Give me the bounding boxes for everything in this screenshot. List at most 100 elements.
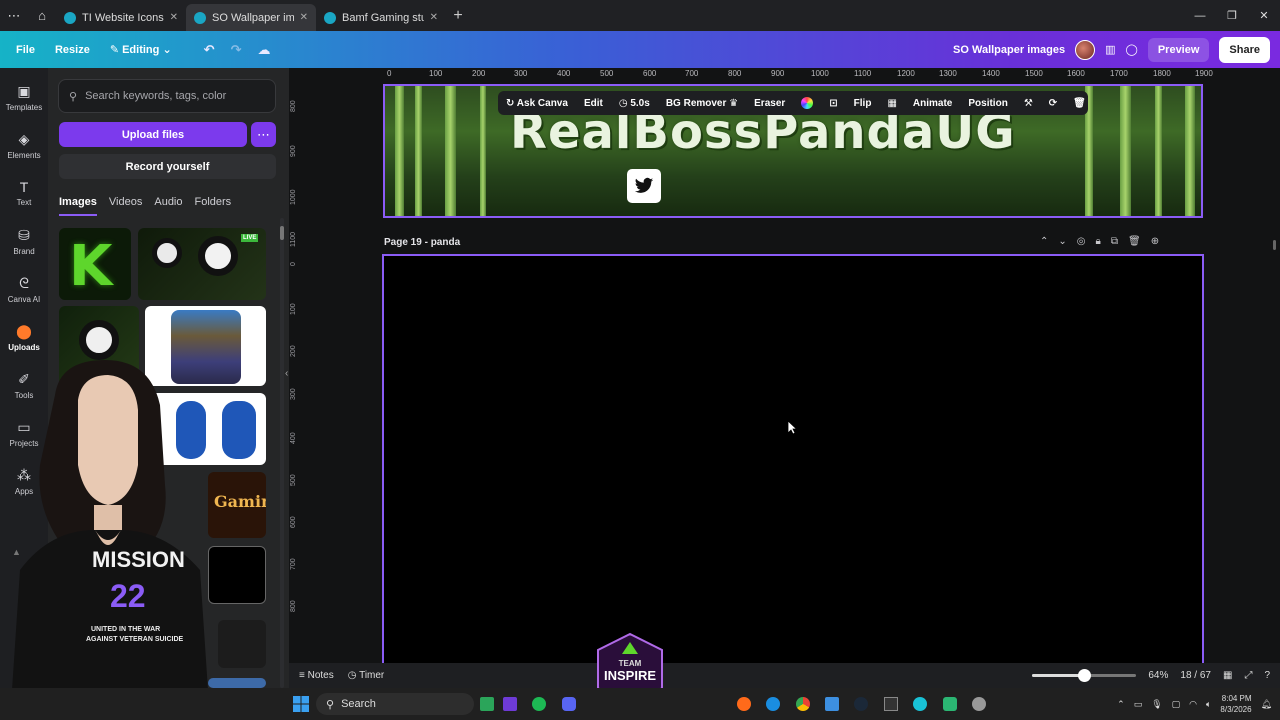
hide-icon[interactable]: ◎ [1077,236,1086,247]
rail-item-canva-ai[interactable]: ᘓ Canva AI [0,275,48,304]
resize-button[interactable]: Resize [45,44,100,56]
rail-item-text[interactable]: T Text [0,179,48,207]
duration-button[interactable]: ◷ 5.0s [611,98,658,109]
chevron-up-icon[interactable]: ⌃ [1117,699,1125,710]
preview-button[interactable]: Preview [1147,37,1210,62]
steam-icon[interactable] [854,697,868,711]
fullscreen-icon[interactable]: ⤢ [1244,670,1252,681]
search-input[interactable]: ⚲ Search keywords, tags, color [58,79,276,113]
edge-icon[interactable] [766,697,780,711]
upload-thumbnail-dark[interactable] [218,620,266,668]
chevron-up-icon[interactable]: ⌃ [1040,236,1048,247]
animate-button[interactable]: Animate [905,98,960,109]
browser-tab-2[interactable]: SO Wallpaper imag... ✕ [186,4,316,31]
twitter-icon[interactable] [627,169,661,203]
position-button[interactable]: Position [960,98,1015,109]
upload-thumbnail-panda-grid[interactable]: LIVE [138,228,266,300]
volume-icon[interactable]: 🔈︎ [1206,699,1211,710]
microphone-icon[interactable]: 🎙︎ [1151,699,1162,710]
page-19-canvas[interactable] [382,254,1204,664]
trash-icon[interactable]: 🗑︎ [1128,236,1141,247]
taskbar-app-icon[interactable] [943,697,957,711]
comments-icon[interactable]: ◯ [1126,43,1138,56]
zoom-slider[interactable] [1032,669,1137,682]
taskbar-app-icon[interactable] [503,697,517,711]
undo-icon[interactable]: ↶ [196,42,223,58]
refresh-icon[interactable]: ⟳ [1041,98,1065,109]
project-title[interactable]: SO Wallpaper images [953,44,1065,56]
network-icon[interactable]: ▭ [1134,699,1143,710]
zoom-slider-knob[interactable] [1078,669,1092,682]
rail-item-uploads[interactable]: ⬤ Uploads [0,323,48,352]
workspaces-icon[interactable]: ⌂ [28,4,56,28]
transparency-icon[interactable]: ▦ [879,98,904,109]
eraser-button[interactable]: Eraser [746,98,793,109]
timer-button[interactable]: ◷ Timer [348,670,385,681]
zoom-level[interactable]: 64% [1148,670,1168,681]
browser-tab-1[interactable]: TI Website Icons - ... ✕ [56,4,186,31]
record-yourself-button[interactable]: Record yourself [59,154,276,179]
notepad-icon[interactable] [825,697,839,711]
restore-icon[interactable]: ❐ [1216,0,1248,31]
terminal-icon[interactable] [884,697,898,711]
duplicate-icon[interactable]: ⧉ [1111,236,1118,247]
page-title[interactable]: Page 19 - panda [384,237,460,248]
firefox-icon[interactable] [737,697,751,711]
share-button[interactable]: Share [1219,36,1270,63]
spotify-icon[interactable] [532,697,546,711]
taskbar-search[interactable]: ⚲ Search [316,693,474,715]
minimize-icon[interactable]: — [1184,0,1216,31]
redo-icon[interactable]: ↷ [223,42,250,58]
panel-scrollbar[interactable] [280,218,284,688]
add-page-icon[interactable]: ⊕ [1151,236,1159,247]
notifications-icon[interactable]: 🔔︎ [1261,699,1272,710]
upload-thumbnail-gaming-banner[interactable]: Gaming [208,472,266,538]
new-tab-button[interactable]: + [446,7,470,25]
chrome-icon[interactable] [796,697,810,711]
ask-canva-button[interactable]: ↻ Ask Canva [498,98,576,109]
tab-videos[interactable]: Videos [109,196,142,216]
settings-icon[interactable] [972,697,986,711]
windows-start-icon[interactable] [293,696,309,712]
tab-folders[interactable]: Folders [195,196,232,216]
tab-menu-icon[interactable]: ⋯ [0,4,28,28]
notes-button[interactable]: ≡ Notes [299,670,334,681]
browser-tab-3[interactable]: Bamf Gaming stuff ... ✕ [316,4,446,31]
color-wheel-icon[interactable] [793,97,821,109]
bg-remover-button[interactable]: BG Remover ♛ [658,98,746,109]
crop-icon[interactable]: ⊡ [821,98,845,109]
display-icon[interactable]: ▢ [1172,699,1181,710]
upload-thumbnail-partial[interactable] [208,678,266,688]
rail-item-elements[interactable]: ◈ Elements [0,131,48,160]
lock-icon[interactable]: 🔒︎ [1096,236,1101,247]
more-options-button[interactable]: ⋯ [251,122,276,147]
canvas-scrollbar[interactable] [1273,240,1276,250]
upload-thumbnail-k-logo[interactable]: K [59,228,131,300]
tab-images[interactable]: Images [59,196,97,216]
page-count[interactable]: 18 / 67 [1180,670,1211,681]
taskbar-app-icon[interactable] [480,697,494,711]
tab-audio[interactable]: Audio [154,196,182,216]
upload-files-button[interactable]: Upload files [59,122,247,147]
upload-thumbnail-black-frame[interactable] [208,546,266,604]
wifi-icon[interactable]: ◠ [1189,699,1197,710]
close-window-icon[interactable]: ✕ [1248,0,1280,31]
clock[interactable]: 8:04 PM 8/3/2026 [1220,693,1251,715]
edit-button[interactable]: Edit [576,98,611,109]
scrollbar-thumb[interactable] [280,226,284,240]
chevron-down-icon[interactable]: ⌄ [1058,236,1066,247]
help-icon[interactable]: ? [1264,670,1270,681]
close-icon[interactable]: ✕ [300,12,308,23]
editing-mode-button[interactable]: ✎ Editing ⌄ [100,43,182,56]
canva-app-icon[interactable] [913,697,927,711]
file-menu-button[interactable]: File [0,44,45,56]
trash-icon[interactable]: 🗑 [1065,98,1094,109]
grid-view-icon[interactable]: ▦ [1223,670,1232,681]
close-icon[interactable]: ✕ [170,12,178,23]
rail-item-brand[interactable]: ⛁ Brand [0,227,48,256]
paint-roller-icon[interactable]: ⚒ [1016,98,1041,109]
discord-icon[interactable] [562,697,576,711]
cloud-saved-icon[interactable]: ☁ [249,42,278,58]
close-icon[interactable]: ✕ [430,12,438,23]
rail-item-templates[interactable]: ▣ Templates [0,83,48,112]
